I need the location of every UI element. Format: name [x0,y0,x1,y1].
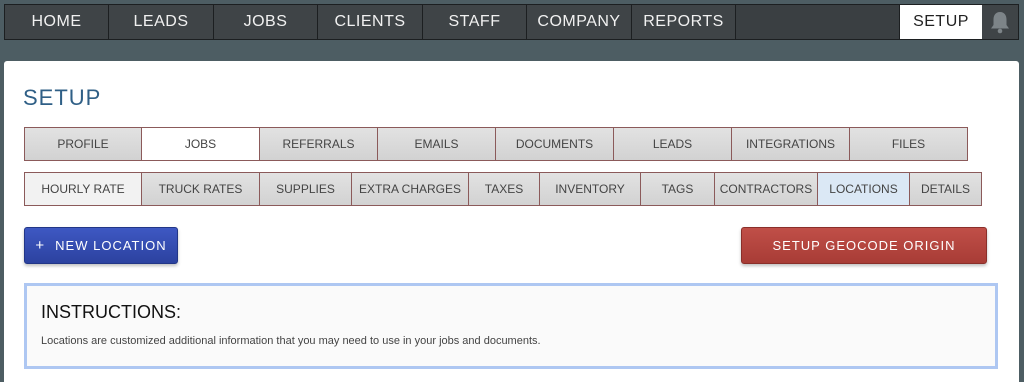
tab-taxes[interactable]: TAXES [468,172,540,206]
nav-reports[interactable]: REPORTS [632,5,736,39]
nav-spacer [736,5,899,39]
nav-company[interactable]: COMPANY [527,5,632,39]
tab-leads[interactable]: LEADS [613,127,732,161]
tab-details[interactable]: DETAILS [909,172,982,206]
tab-referrals[interactable]: REFERRALS [259,127,378,161]
tab-truck-rates[interactable]: TRUCK RATES [141,172,260,206]
new-location-label: NEW LOCATION [55,238,167,253]
tab-hourly-rate[interactable]: HOURLY RATE [24,172,142,206]
tab-documents[interactable]: DOCUMENTS [495,127,614,161]
tab-integrations[interactable]: INTEGRATIONS [731,127,850,161]
nav-clients[interactable]: CLIENTS [318,5,423,39]
setup-geocode-origin-button[interactable]: SETUP GEOCODE ORIGIN [741,227,987,264]
top-nav-bar: HOME LEADS JOBS CLIENTS STAFF COMPANY RE… [4,4,1019,40]
bell-icon[interactable] [982,5,1018,39]
tab-extra-charges[interactable]: EXTRA CHARGES [351,172,469,206]
tab-locations[interactable]: LOCATIONS [817,172,910,206]
nav-jobs[interactable]: JOBS [214,5,318,39]
instructions-title: INSTRUCTIONS: [41,302,182,322]
instructions-box: INSTRUCTIONS: Locations are customized a… [24,283,998,369]
nav-setup[interactable]: SETUP [899,5,982,39]
tab-supplies[interactable]: SUPPLIES [259,172,352,206]
tab-emails[interactable]: EMAILS [377,127,496,161]
tab-tags[interactable]: TAGS [640,172,715,206]
tab-jobs[interactable]: JOBS [141,127,260,161]
main-panel: SETUP PROFILE JOBS REFERRALS EMAILS DOCU… [4,61,1019,382]
instructions-text: Locations are customized additional info… [41,335,541,347]
plus-icon: + [35,237,46,254]
primary-tabs: PROFILE JOBS REFERRALS EMAILS DOCUMENTS … [24,127,968,161]
secondary-tabs: HOURLY RATE TRUCK RATES SUPPLIES EXTRA C… [24,172,982,206]
page-title: SETUP [23,85,102,110]
nav-home[interactable]: HOME [5,5,109,39]
tab-inventory[interactable]: INVENTORY [539,172,641,206]
bell-icon-graphic [991,12,1009,34]
top-navigation: HOME LEADS JOBS CLIENTS STAFF COMPANY RE… [0,0,1024,43]
new-location-button[interactable]: + NEW LOCATION [24,227,178,264]
nav-leads[interactable]: LEADS [109,5,214,39]
nav-staff[interactable]: STAFF [423,5,527,39]
tab-contractors[interactable]: CONTRACTORS [714,172,818,206]
tab-files[interactable]: FILES [849,127,968,161]
tab-profile[interactable]: PROFILE [24,127,142,161]
